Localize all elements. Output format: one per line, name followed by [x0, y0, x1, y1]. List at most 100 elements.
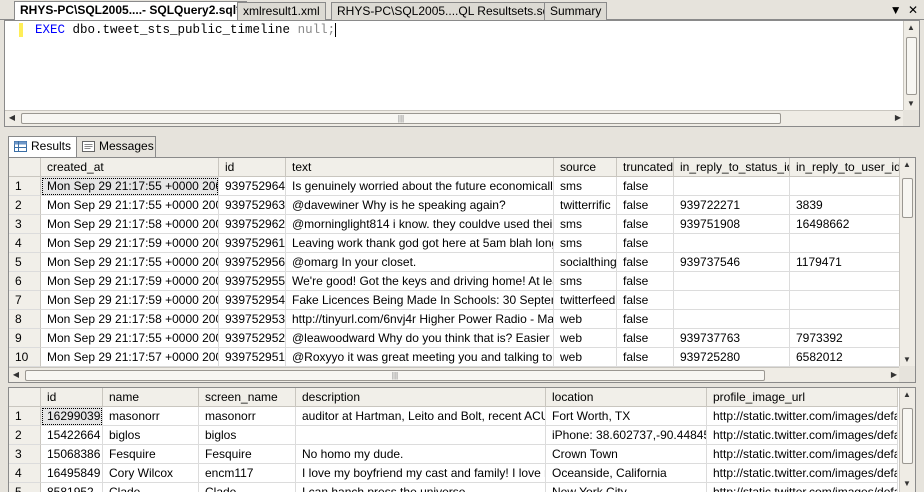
table-cell[interactable]: false — [617, 310, 674, 329]
column-header-id[interactable]: id — [219, 158, 286, 177]
editor-horizontal-scrollbar[interactable]: ◀ ||| ▶ — [5, 110, 905, 126]
table-cell[interactable]: web — [554, 329, 617, 348]
table-cell[interactable]: web — [554, 310, 617, 329]
column-header-id[interactable]: id — [41, 388, 103, 407]
scroll-down-icon[interactable]: ▼ — [900, 353, 914, 367]
table-cell[interactable] — [790, 272, 900, 291]
table-cell[interactable]: iPhone: 38.602737,-90.448456 — [546, 426, 707, 445]
table-cell[interactable]: @davewiner Why is he speaking again? — [286, 196, 554, 215]
tab-resultsets[interactable]: RHYS-PC\SQL2005....QL Resultsets.sql — [331, 2, 558, 20]
table-cell[interactable]: Clade — [199, 483, 296, 492]
table-cell[interactable]: 3839 — [790, 196, 900, 215]
table-cell[interactable]: 15422664 — [41, 426, 103, 445]
table-cell[interactable]: 939752952 — [219, 329, 286, 348]
table-cell[interactable]: http://static.twitter.com/images/default… — [707, 407, 898, 426]
results-grid-2[interactable]: id name screen_name description location prof… — [8, 387, 916, 492]
table-cell[interactable]: false — [617, 177, 674, 196]
table-cell[interactable]: Mon Sep 29 21:17:55 +0000 2008 — [41, 329, 219, 348]
table-cell[interactable]: Mon Sep 29 21:17:55 +0000 2008 — [41, 196, 219, 215]
table-cell[interactable]: Leaving work thank god got here at 5am b… — [286, 234, 554, 253]
row-number-cell[interactable]: 6 — [9, 272, 41, 291]
table-cell[interactable] — [790, 291, 900, 310]
column-header-description[interactable]: description — [296, 388, 546, 407]
table-cell[interactable]: false — [617, 291, 674, 310]
table-cell[interactable]: encm117 — [199, 464, 296, 483]
column-header-screen-name[interactable]: screen_name — [199, 388, 296, 407]
grid-1-hscroll-thumb[interactable]: ||| — [25, 370, 765, 381]
row-number-cell[interactable]: 1 — [9, 177, 41, 196]
scroll-down-icon[interactable]: ▼ — [904, 97, 918, 111]
scroll-up-icon[interactable]: ▲ — [900, 158, 914, 172]
column-header-source[interactable]: source — [554, 158, 617, 177]
column-header-created-at[interactable]: created_at — [41, 158, 219, 177]
table-cell[interactable]: 939722271 — [674, 196, 790, 215]
table-cell[interactable]: 939752962 — [219, 215, 286, 234]
table-cell[interactable]: twitterfeed — [554, 291, 617, 310]
scroll-left-icon[interactable]: ◀ — [5, 111, 19, 125]
column-header-name[interactable]: name — [103, 388, 199, 407]
table-cell[interactable]: 939752951 — [219, 348, 286, 367]
column-header-in-reply-to-status-id[interactable]: in_reply_to_status_id — [674, 158, 790, 177]
tab-results[interactable]: Results — [8, 136, 77, 157]
table-cell[interactable]: 1179471 — [790, 253, 900, 272]
table-cell[interactable] — [674, 272, 790, 291]
table-cell[interactable]: http://static.twitter.com/images/default… — [707, 464, 898, 483]
table-cell[interactable]: 6582012 — [790, 348, 900, 367]
table-cell[interactable]: 939752953 — [219, 310, 286, 329]
table-cell[interactable]: @leawoodward Why do you think that is? E… — [286, 329, 554, 348]
table-cell[interactable]: Mon Sep 29 21:17:55 +0000 2008 — [41, 253, 219, 272]
table-cell[interactable]: sms — [554, 272, 617, 291]
scroll-left-icon[interactable]: ◀ — [9, 368, 23, 382]
grid-1-vertical-scrollbar[interactable]: ▲ ▼ — [899, 158, 915, 367]
row-number-cell[interactable]: 3 — [9, 215, 41, 234]
table-cell[interactable]: Cory Wilcox — [103, 464, 199, 483]
column-header-text[interactable]: text — [286, 158, 554, 177]
editor-vscroll-thumb[interactable] — [906, 37, 917, 95]
scroll-down-icon[interactable]: ▼ — [900, 477, 914, 491]
table-cell[interactable]: false — [617, 272, 674, 291]
table-cell[interactable]: Fesquire — [103, 445, 199, 464]
table-cell[interactable]: 939737763 — [674, 329, 790, 348]
table-cell[interactable]: 939752954 — [219, 291, 286, 310]
table-cell[interactable]: masonorr — [103, 407, 199, 426]
row-number-cell[interactable]: 5 — [9, 483, 41, 492]
table-cell[interactable]: 939752964 — [219, 177, 286, 196]
table-cell[interactable]: web — [554, 348, 617, 367]
table-cell[interactable]: masonorr — [199, 407, 296, 426]
row-number-cell[interactable]: 5 — [9, 253, 41, 272]
table-cell[interactable]: New York City — [546, 483, 707, 492]
close-document-icon[interactable]: ✕ — [906, 3, 920, 17]
column-header-location[interactable]: location — [546, 388, 707, 407]
table-cell[interactable] — [674, 310, 790, 329]
column-header-truncated[interactable]: truncated — [617, 158, 674, 177]
table-cell[interactable]: 939752955 — [219, 272, 286, 291]
tab-messages[interactable]: Messages — [76, 136, 156, 157]
row-number-cell[interactable]: 2 — [9, 426, 41, 445]
table-cell[interactable]: Fake Licences Being Made In Schools: 30 … — [286, 291, 554, 310]
table-cell[interactable]: 15068386 — [41, 445, 103, 464]
table-cell[interactable]: 16299039 — [41, 407, 103, 426]
table-cell[interactable]: I can hanch press the universe — [296, 483, 546, 492]
grid-1-vscroll-thumb[interactable] — [902, 178, 913, 218]
table-cell[interactable]: http://static.twitter.com/images/default… — [707, 426, 898, 445]
table-cell[interactable]: I love my boyfriend my cast and family! … — [296, 464, 546, 483]
results-grid-1[interactable]: created_at id text source truncated in_reply_… — [8, 157, 916, 383]
row-number-cell[interactable]: 7 — [9, 291, 41, 310]
table-cell[interactable]: 16498662 — [790, 215, 900, 234]
table-cell[interactable]: false — [617, 196, 674, 215]
table-cell[interactable]: false — [617, 253, 674, 272]
table-cell[interactable] — [296, 426, 546, 445]
row-number-cell[interactable]: 3 — [9, 445, 41, 464]
table-cell[interactable]: Mon Sep 29 21:17:59 +0000 2008 — [41, 291, 219, 310]
table-cell[interactable] — [790, 177, 900, 196]
table-cell[interactable]: http://static.twitter.com/images/default… — [707, 445, 898, 464]
table-cell[interactable]: Mon Sep 29 21:17:58 +0000 2008 — [41, 215, 219, 234]
table-cell[interactable]: Oceanside, California — [546, 464, 707, 483]
table-cell[interactable]: 7973392 — [790, 329, 900, 348]
table-cell[interactable]: Fesquire — [199, 445, 296, 464]
table-cell[interactable]: @morninglight814 i know. they couldve us… — [286, 215, 554, 234]
grid-2-vertical-scrollbar[interactable]: ▲ ▼ — [899, 388, 915, 492]
row-number-cell[interactable]: 4 — [9, 234, 41, 253]
table-cell[interactable]: http://static.twitter.com/images/default… — [707, 483, 898, 492]
grid-1-horizontal-scrollbar[interactable]: ◀ ||| ▶ — [9, 367, 901, 382]
